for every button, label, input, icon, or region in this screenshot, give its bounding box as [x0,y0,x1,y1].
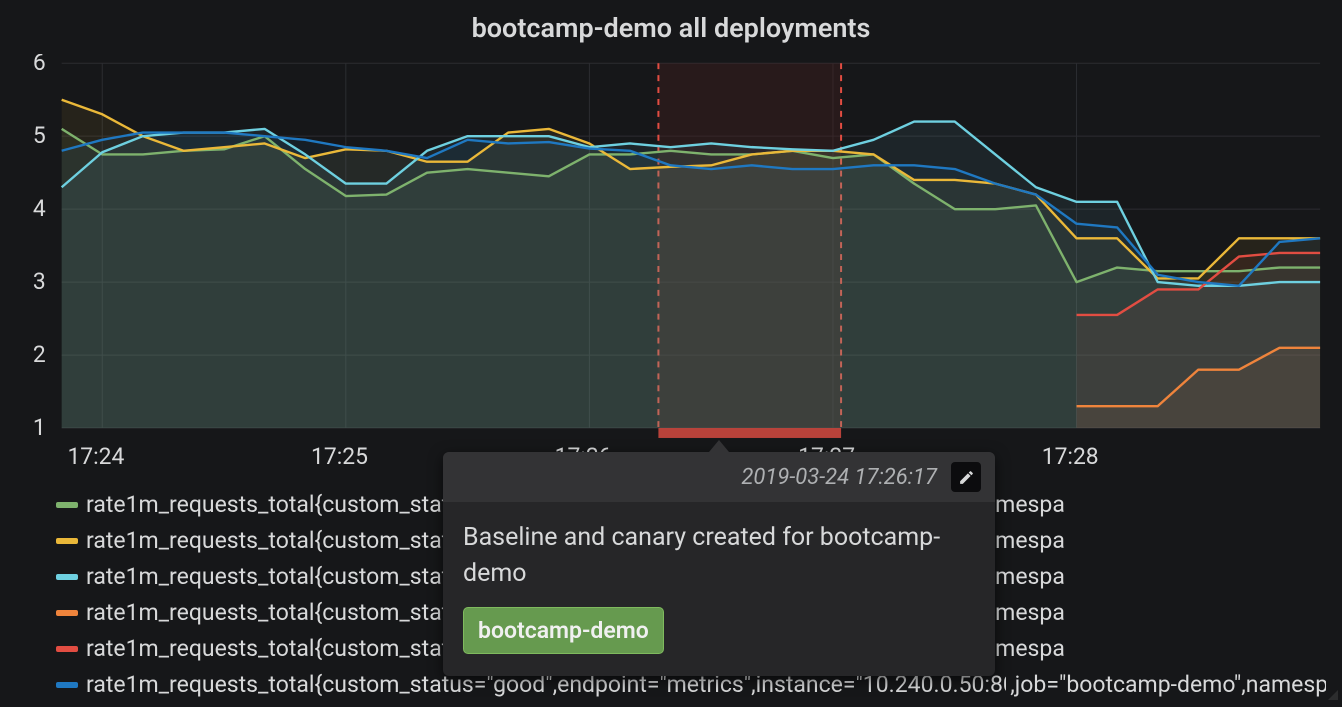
tooltip-message: Baseline and canary created for bootcamp… [463,520,975,593]
tooltip-arrow [709,440,729,452]
legend-swatch [56,574,78,580]
legend-label: ,job="bootcamp-demo",namespa [1006,667,1326,703]
svg-text:5: 5 [33,122,46,149]
legend-swatch [56,682,78,688]
tooltip-body: Baseline and canary created for bootcamp… [443,502,995,676]
svg-text:3: 3 [33,268,46,295]
legend-swatch [56,610,78,616]
svg-text:17:25: 17:25 [311,443,368,470]
resize-handle-icon[interactable] [1328,690,1338,700]
pencil-icon [958,469,975,486]
legend-swatch [56,502,78,508]
line-chart[interactable]: 12345617:2417:2517:2617:2717:28 [4,54,1338,479]
annotation-tag[interactable]: bootcamp-demo [463,607,664,654]
edit-annotation-button[interactable] [951,462,981,492]
legend-swatch [56,538,78,544]
svg-text:17:28: 17:28 [1042,443,1099,470]
legend-swatch [56,646,78,652]
chart-area[interactable]: 12345617:2417:2517:2617:2717:28 [4,54,1338,479]
svg-text:6: 6 [33,54,46,76]
annotation-tooltip: 2019-03-24 17:26:17 Baseline and canary … [443,452,995,676]
tooltip-timestamp: 2019-03-24 17:26:17 [741,465,937,490]
panel-title: bootcamp-demo all deployments [4,6,1338,54]
svg-text:17:24: 17:24 [67,443,124,470]
chart-panel: bootcamp-demo all deployments 1 2 3 4 5 6 17:2… [0,0,1342,704]
svg-text:2: 2 [33,341,46,368]
svg-text:4: 4 [33,195,46,222]
svg-text:1: 1 [33,414,46,441]
tooltip-header: 2019-03-24 17:26:17 [443,452,995,502]
